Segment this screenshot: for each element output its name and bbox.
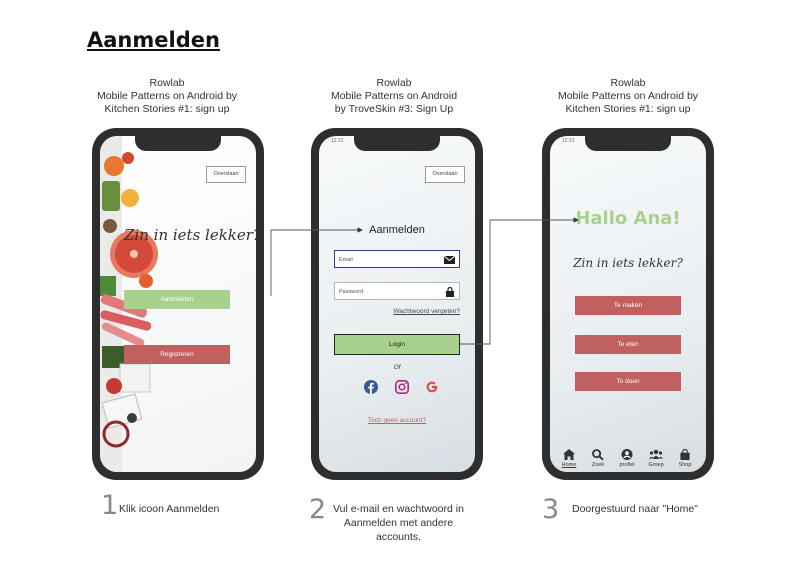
to-eat-button[interactable]: Te eten: [575, 335, 681, 354]
step-line: Aanmelden met andere: [343, 517, 454, 529]
caption-3: Rowlab Mobile Patterns on Android by Kit…: [533, 77, 723, 116]
nav-shop[interactable]: Shop: [672, 449, 698, 468]
caption-line: Rowlab: [376, 77, 412, 89]
password-field[interactable]: Password: [334, 282, 460, 300]
step-line: Klik icoon Aanmelden: [119, 503, 220, 515]
step-text-1: Klik icoon Aanmelden: [119, 502, 219, 516]
to-do-button[interactable]: To doen: [575, 372, 681, 391]
profile-icon: [621, 449, 633, 460]
phone-screen: 12:21 Overslaan Aanmelden Email Password…: [319, 136, 475, 472]
phone-2: 12:21 Overslaan Aanmelden Email Password…: [311, 128, 483, 480]
caption-line: Rowlab: [149, 77, 185, 89]
search-icon: [592, 449, 604, 460]
login-heading: Aanmelden: [369, 224, 425, 236]
caption-line: Mobile Patterns on Android by: [96, 90, 238, 102]
step-number-1: 1: [101, 490, 119, 521]
tagline: Zin in iets lekker?: [124, 226, 256, 244]
step-number-3: 3: [542, 494, 560, 525]
nav-label: Shop: [678, 462, 692, 468]
nav-home[interactable]: Home: [556, 449, 582, 468]
email-field[interactable]: Email: [334, 250, 460, 268]
google-icon[interactable]: [425, 380, 439, 394]
skip-button[interactable]: Overslaan: [206, 166, 246, 183]
caption-2: Rowlab Mobile Patterns on Android by Tro…: [299, 77, 489, 116]
no-account-link[interactable]: Toch geen account?: [319, 417, 475, 424]
caption-line: Kitchen Stories #1: sign up: [104, 103, 230, 115]
nav-label: profiel: [619, 462, 635, 468]
caption-line: Kitchen Stories #1: sign up: [565, 103, 691, 115]
phone-1: Overslaan Zin in iets lekker? Aanmelden …: [92, 128, 264, 480]
nav-search[interactable]: Zoek: [585, 449, 611, 468]
greeting: Hallo Ana!: [575, 208, 681, 229]
phone-notch: [354, 135, 440, 151]
step-line: Vul e-mail en wachtwoord in: [333, 503, 464, 515]
caption-line: Mobile Patterns on Android by: [557, 90, 699, 102]
page-title: Aanmelden: [87, 28, 220, 52]
email-placeholder: Email: [339, 257, 353, 263]
facebook-icon[interactable]: [364, 380, 378, 394]
lock-icon: [446, 287, 454, 297]
phone-notch: [585, 135, 671, 151]
nav-group[interactable]: Groep: [643, 449, 669, 468]
login-button[interactable]: Login: [334, 334, 460, 355]
instagram-icon[interactable]: [395, 380, 409, 394]
register-button[interactable]: Registreren: [124, 345, 230, 364]
or-label: Of: [393, 364, 401, 371]
mail-icon: [444, 256, 455, 264]
step-line: accounts.: [375, 531, 421, 543]
bag-icon: [680, 449, 690, 460]
step-line: Doorgestuurd naar "Home": [572, 503, 698, 515]
nav-profile[interactable]: profiel: [614, 449, 640, 468]
caption-line: Rowlab: [610, 77, 646, 89]
nav-label: Home: [561, 462, 577, 468]
caption-line: by TroveSkin #3: Sign Up: [334, 103, 454, 115]
phone-3: 12:21 Hallo Ana! Zin in iets lekker? Te …: [542, 128, 714, 480]
status-time: 12:21: [331, 138, 344, 144]
step-number-2: 2: [309, 494, 327, 525]
tagline: Zin in iets lekker?: [573, 256, 683, 270]
phone-notch: [135, 135, 221, 151]
login-button[interactable]: Aanmelden: [124, 290, 230, 309]
group-icon: [649, 449, 663, 459]
phone-screen: 12:21 Hallo Ana! Zin in iets lekker? Te …: [550, 136, 706, 472]
to-make-button[interactable]: Te maken: [575, 296, 681, 315]
caption-line: Mobile Patterns on Android: [330, 90, 458, 102]
step-text-3: Doorgestuurd naar "Home": [572, 502, 698, 516]
step-text-2: Vul e-mail en wachtwoord in Aanmelden me…: [333, 502, 464, 544]
status-time: 12:21: [562, 138, 575, 144]
password-placeholder: Password: [339, 289, 364, 295]
forgot-password-link[interactable]: Wachtwoord vergeten?: [393, 308, 460, 315]
caption-1: Rowlab Mobile Patterns on Android by Kit…: [72, 77, 262, 116]
skip-button[interactable]: Overslaan: [425, 166, 465, 183]
nav-label: Zoek: [591, 462, 605, 468]
nav-label: Groep: [648, 462, 664, 468]
home-icon: [563, 449, 575, 460]
phone-screen: Overslaan Zin in iets lekker? Aanmelden …: [100, 136, 256, 472]
